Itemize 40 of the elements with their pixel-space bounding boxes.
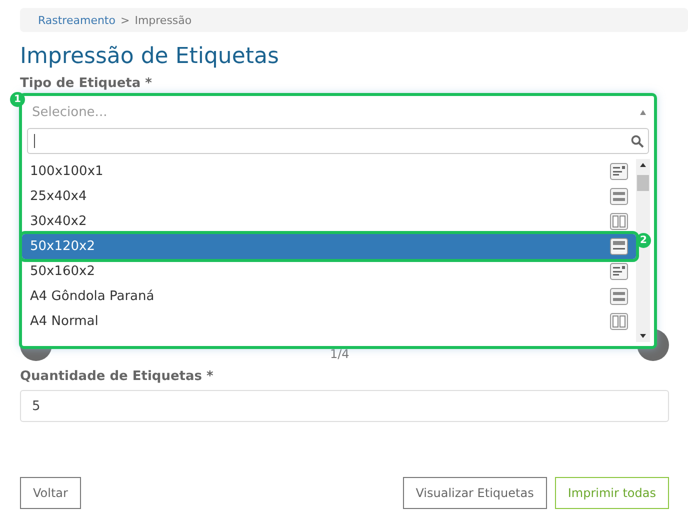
label-layout-icon bbox=[610, 288, 628, 305]
option-label: A4 Gôndola Paraná bbox=[30, 289, 154, 304]
carousel-pager: 1/4 bbox=[330, 347, 350, 361]
option-label: 30x40x2 bbox=[30, 214, 87, 229]
option-label: 25x40x4 bbox=[30, 189, 87, 204]
scroll-up-icon[interactable] bbox=[640, 163, 646, 167]
search-field[interactable] bbox=[27, 128, 649, 154]
dropdown-option[interactable]: 25x40x4 bbox=[22, 184, 636, 209]
label-layout-icon bbox=[610, 313, 628, 330]
label-layout-icon bbox=[610, 263, 628, 280]
dropdown-option[interactable]: A4 Normal bbox=[22, 309, 636, 334]
dropdown-option[interactable]: 50x160x2 bbox=[22, 259, 636, 284]
text-cursor bbox=[34, 134, 35, 148]
search-icon bbox=[631, 134, 644, 148]
caret-icon[interactable] bbox=[640, 110, 646, 114]
scrollbar[interactable] bbox=[636, 159, 650, 342]
breadcrumb-current: Impressão bbox=[134, 14, 192, 26]
option-label: 100x100x1 bbox=[30, 164, 104, 179]
label-layout-icon bbox=[610, 163, 628, 180]
label-layout-icon bbox=[610, 238, 628, 255]
back-button[interactable]: Voltar bbox=[20, 477, 81, 509]
scroll-down-icon[interactable] bbox=[640, 334, 646, 338]
page-title: Impressão de Etiquetas bbox=[20, 43, 280, 71]
breadcrumb-separator: > bbox=[120, 14, 130, 26]
scroll-thumb[interactable] bbox=[637, 175, 649, 191]
quantity-field[interactable]: 5 bbox=[20, 390, 669, 422]
callout-badge: 1 bbox=[10, 92, 25, 107]
dropdown-option[interactable]: 100x100x1 bbox=[22, 159, 636, 184]
label-layout-icon bbox=[610, 188, 628, 205]
field-label: Quantidade de Etiquetas * bbox=[20, 368, 214, 386]
breadcrumb-link[interactable]: Rastreamento bbox=[38, 14, 116, 26]
callout-badge: 2 bbox=[636, 233, 651, 248]
option-label: 50x160x2 bbox=[30, 264, 96, 279]
dropdown-option[interactable]: 30x40x2 bbox=[22, 209, 636, 234]
field-label: Tipo de Etiqueta * bbox=[20, 75, 152, 93]
preview-button[interactable]: Visualizar Etiquetas bbox=[402, 477, 547, 509]
label-layout-icon bbox=[610, 213, 628, 230]
dropdown-option[interactable]: A4 Gôndola Paraná bbox=[22, 284, 636, 309]
option-label: 50x120x2 bbox=[30, 239, 96, 254]
option-label: A4 Normal bbox=[30, 314, 98, 329]
